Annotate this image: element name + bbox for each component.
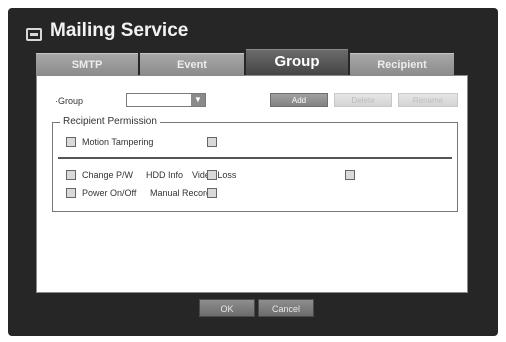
chevron-down-icon[interactable]: ▼ [191, 94, 205, 106]
video-loss-checkbox[interactable] [345, 170, 355, 180]
add-button[interactable]: Add [270, 93, 328, 107]
tab-event[interactable]: Event [140, 53, 244, 75]
tab-smtp[interactable]: SMTP [36, 53, 138, 75]
rename-button[interactable]: Rename [398, 93, 458, 107]
motion-label: Motion Tampering [82, 137, 154, 147]
recipient-permission-legend: Recipient Permission [60, 116, 160, 127]
ok-button[interactable]: OK [199, 299, 255, 317]
hdd-info-checkbox[interactable] [207, 170, 217, 180]
manual-record-checkbox[interactable] [207, 188, 217, 198]
power-onoff-label: Power On/Off [82, 188, 137, 198]
permission-divider [58, 157, 452, 159]
dialog-title: Mailing Service [50, 20, 189, 41]
tampering-checkbox[interactable] [207, 137, 217, 147]
group-label: ·Group [55, 96, 84, 106]
tab-recipient[interactable]: Recipient [350, 53, 454, 75]
recipient-permission-box [52, 122, 458, 212]
hdd-info-label: HDD Info [146, 170, 184, 180]
power-onoff-checkbox[interactable] [66, 188, 76, 198]
delete-button[interactable]: Delete [334, 93, 392, 107]
tab-group[interactable]: Group [246, 49, 348, 75]
change-pw-checkbox[interactable] [66, 170, 76, 180]
mail-window-icon [26, 28, 42, 41]
group-select[interactable]: ▼ [126, 93, 206, 107]
cancel-button[interactable]: Cancel [258, 299, 314, 317]
change-pw-label: Change P/W [82, 170, 134, 180]
manual-record-label: Manual Record [150, 188, 212, 198]
motion-checkbox[interactable] [66, 137, 76, 147]
